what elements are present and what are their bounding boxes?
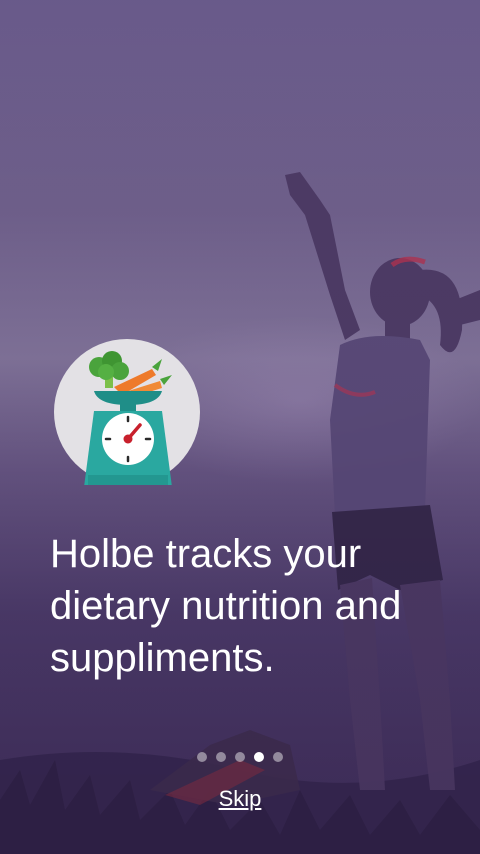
skip-link[interactable]: Skip bbox=[0, 786, 480, 812]
page-dot-1[interactable] bbox=[197, 752, 207, 762]
pagination-dots bbox=[0, 752, 480, 762]
page-dot-4-active[interactable] bbox=[254, 752, 264, 762]
page-dot-2[interactable] bbox=[216, 752, 226, 762]
page-dot-3[interactable] bbox=[235, 752, 245, 762]
kitchen-scale-with-vegetables-icon bbox=[54, 339, 200, 489]
onboarding-headline: Holbe tracks your dietary nutrition and … bbox=[50, 532, 402, 680]
page-dot-5[interactable] bbox=[273, 752, 283, 762]
